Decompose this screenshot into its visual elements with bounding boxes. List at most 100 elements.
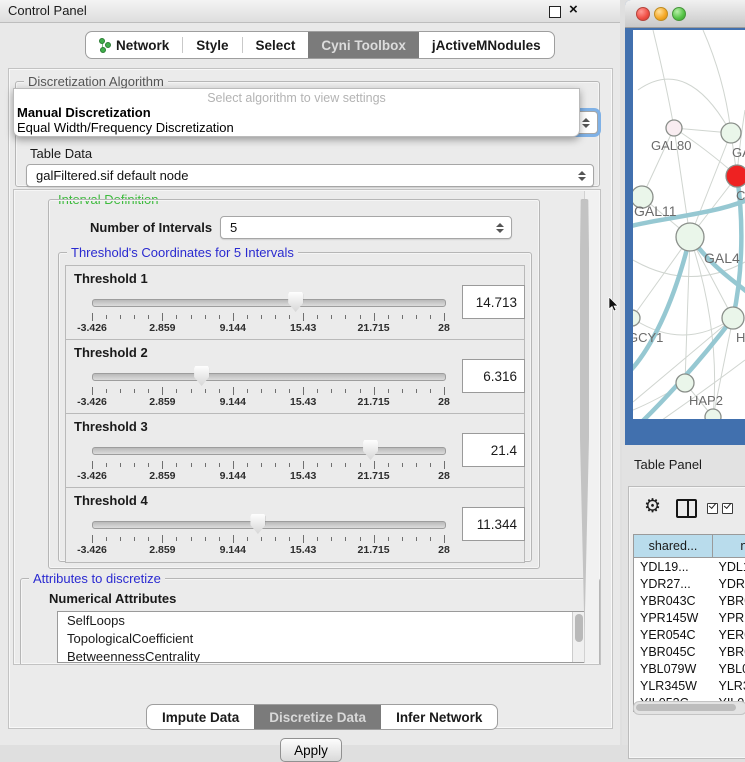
algorithm-option-manual[interactable]: Manual Discretization bbox=[17, 105, 151, 120]
tab-label: jActiveMNodules bbox=[432, 38, 541, 53]
network-node-ga[interactable] bbox=[721, 123, 741, 143]
table-cell: YBR0 bbox=[713, 643, 745, 660]
checkbox-icon[interactable] bbox=[722, 503, 733, 514]
table-data-combobox[interactable]: galFiltered.sif default node bbox=[26, 164, 594, 187]
tick-mark bbox=[233, 535, 234, 543]
threshold-value-field[interactable]: 11.344 bbox=[462, 507, 525, 541]
subtab-infer-network[interactable]: Infer Network bbox=[381, 705, 497, 729]
network-node-hap2[interactable] bbox=[676, 374, 694, 392]
tick-mark bbox=[176, 315, 177, 319]
table-column-header[interactable]: name bbox=[713, 535, 745, 558]
network-node[interactable] bbox=[705, 409, 721, 419]
scrollbar-thumb[interactable] bbox=[636, 704, 736, 711]
threshold-value-field[interactable]: 14.713 bbox=[462, 285, 525, 319]
slider-track[interactable] bbox=[92, 373, 446, 381]
network-node-gal80[interactable] bbox=[666, 120, 682, 136]
subtab-label: Impute Data bbox=[162, 710, 239, 725]
table-panel: Table Panel ⚙ shared...name YDL19...YDL1… bbox=[622, 445, 745, 745]
subtab-impute-data[interactable]: Impute Data bbox=[147, 705, 254, 729]
network-node-c[interactable] bbox=[726, 165, 745, 187]
table-cell: YDR27... bbox=[634, 575, 713, 592]
float-window-icon[interactable] bbox=[549, 6, 561, 18]
tab-select[interactable]: Select bbox=[243, 32, 309, 58]
tick-mark bbox=[134, 537, 135, 541]
network-node-h[interactable] bbox=[722, 307, 744, 329]
table-row[interactable]: YBL079WYBL0 bbox=[634, 660, 745, 677]
tick-label: 2.859 bbox=[149, 544, 175, 556]
numerical-attributes-label: Numerical Attributes bbox=[49, 591, 176, 606]
tick-mark bbox=[345, 537, 346, 541]
zoom-traffic-light-icon[interactable] bbox=[672, 7, 686, 21]
table-row[interactable]: YDL19...YDL1 bbox=[634, 558, 745, 576]
slider-thumb[interactable] bbox=[363, 440, 378, 460]
slider-track[interactable] bbox=[92, 299, 446, 307]
table-row[interactable]: YDR27...YDR2 bbox=[634, 575, 745, 592]
table-horizontal-scrollbar[interactable] bbox=[633, 701, 745, 715]
slider-thumb[interactable] bbox=[288, 292, 303, 312]
apply-button[interactable]: Apply bbox=[280, 738, 342, 762]
tick-mark bbox=[317, 389, 318, 393]
tab-jactivemnodules[interactable]: jActiveMNodules bbox=[419, 32, 554, 58]
table-row[interactable]: YPR145WYPR1 bbox=[634, 609, 745, 626]
tick-label: -3.426 bbox=[77, 322, 107, 334]
attribute-list-item[interactable]: SelfLoops bbox=[58, 612, 586, 630]
threshold-value-field[interactable]: 21.4 bbox=[462, 433, 525, 467]
slider-track[interactable] bbox=[92, 447, 446, 455]
tick-mark bbox=[402, 389, 403, 393]
control-panel-tabbar: NetworkStyleSelectCyni Toolbox jActiveMNo… bbox=[85, 31, 555, 59]
threshold-value-field[interactable]: 6.316 bbox=[462, 359, 525, 393]
tab-cyni-toolbox[interactable]: Cyni Toolbox bbox=[308, 32, 419, 58]
tick-mark bbox=[205, 537, 206, 541]
network-node-gcy1[interactable] bbox=[633, 310, 640, 326]
node-attribute-table[interactable]: shared...name YDL19...YDL1YDR27...YDR2YB… bbox=[633, 534, 745, 712]
table-column-header[interactable]: shared... bbox=[634, 535, 713, 558]
thresholds-title: Threshold's Coordinates for 5 Intervals bbox=[67, 245, 298, 260]
scrollbar-thumb[interactable] bbox=[580, 199, 589, 633]
split-view-icon[interactable] bbox=[676, 499, 697, 518]
tick-label: 15.43 bbox=[290, 322, 316, 334]
gear-icon[interactable]: ⚙ bbox=[644, 495, 661, 517]
attributes-title: Attributes to discretize bbox=[29, 571, 165, 586]
tick-mark bbox=[402, 537, 403, 541]
slider-thumb[interactable] bbox=[250, 514, 265, 534]
tick-mark bbox=[120, 463, 121, 467]
number-of-intervals-combobox[interactable]: 5 bbox=[220, 216, 512, 239]
threshold-row: Threshold 3-3.4262.8599.14415.4321.71528… bbox=[65, 413, 525, 489]
minimize-traffic-light-icon[interactable] bbox=[654, 7, 668, 21]
algorithm-option-equal-width[interactable]: Equal Width/Frequency Discretization bbox=[17, 120, 234, 135]
table-row[interactable]: YER054CYER0 bbox=[634, 626, 745, 643]
table-row[interactable]: YLR345WYLR3 bbox=[634, 677, 745, 694]
table-cell: YLR3 bbox=[713, 677, 745, 694]
tick-mark bbox=[388, 315, 389, 319]
slider-thumb[interactable] bbox=[194, 366, 209, 386]
close-traffic-light-icon[interactable] bbox=[636, 7, 650, 21]
tick-mark bbox=[261, 389, 262, 393]
table-cell: YDR2 bbox=[713, 575, 745, 592]
attribute-list-item[interactable]: TopologicalCoefficient bbox=[58, 630, 586, 648]
network-canvas[interactable]: GAL80GACGAL11GAL4GCY1HHAP2 bbox=[633, 30, 745, 419]
tick-mark bbox=[275, 315, 276, 319]
network-edge bbox=[633, 237, 690, 370]
subtab-discretize-data[interactable]: Discretize Data bbox=[254, 705, 381, 729]
attribute-list-item[interactable]: BetweennessCentrality bbox=[58, 648, 586, 663]
table-row[interactable]: YBR043CYBR0 bbox=[634, 592, 745, 609]
tab-style[interactable]: Style bbox=[183, 32, 241, 58]
tick-mark bbox=[430, 463, 431, 467]
table-cell: YER054C bbox=[634, 626, 713, 643]
tick-label: 2.859 bbox=[149, 322, 175, 334]
control-panel-title: Control Panel bbox=[8, 3, 87, 18]
settings-vertical-scrollbar[interactable] bbox=[584, 191, 599, 663]
network-node-label: C bbox=[736, 188, 745, 203]
checkbox-icon[interactable] bbox=[707, 503, 718, 514]
slider-track[interactable] bbox=[92, 521, 446, 529]
table-row[interactable]: YBR045CYBR0 bbox=[634, 643, 745, 660]
tick-mark bbox=[120, 315, 121, 319]
table-cell: YBR043C bbox=[634, 592, 713, 609]
numerical-attributes-list[interactable]: SelfLoopsTopologicalCoefficientBetweenne… bbox=[57, 611, 587, 663]
network-node-gal4[interactable] bbox=[676, 223, 704, 251]
tick-mark bbox=[148, 537, 149, 541]
close-window-icon[interactable]: × bbox=[569, 1, 578, 18]
tick-mark bbox=[219, 315, 220, 319]
tab-network[interactable]: Network bbox=[86, 32, 182, 58]
tick-mark bbox=[317, 315, 318, 319]
